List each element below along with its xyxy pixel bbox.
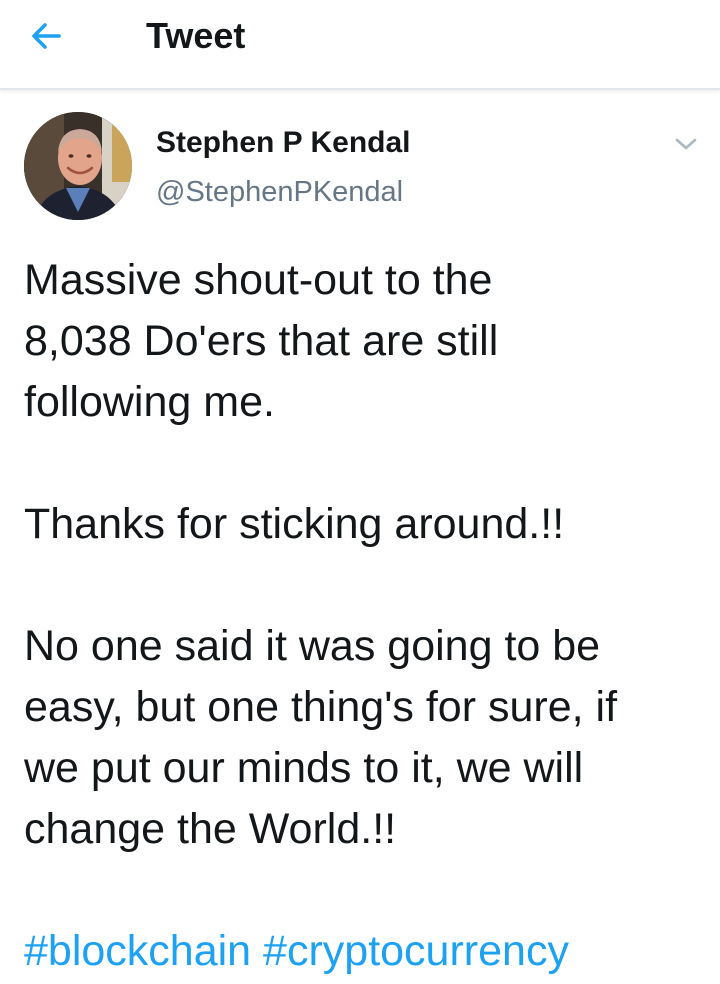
author-handle[interactable]: @StephenPKendal <box>156 173 403 211</box>
tweet-paragraph: No one said it was going to be easy, but… <box>24 616 704 860</box>
tweet-body: Massive shout-out to the 8,038 Do'ers th… <box>24 250 704 982</box>
tweet-line: Massive shout-out to the <box>24 256 493 304</box>
page-title: Tweet <box>146 15 246 56</box>
tweet-line: No one said it was going to be <box>24 622 601 670</box>
avatar[interactable] <box>24 112 132 220</box>
tweet-paragraph: Thanks for sticking around.!! <box>24 494 704 555</box>
hashtag-link-blockchain[interactable]: #blockchain <box>24 927 251 975</box>
tweet-paragraph: Massive shout-out to the 8,038 Do'ers th… <box>24 250 704 433</box>
tweet-line: easy, but one thing's for sure, if <box>24 683 618 731</box>
tweet-line: following me. <box>24 378 275 426</box>
tweet-options-button[interactable] <box>668 128 704 160</box>
arrow-left-icon <box>32 23 61 49</box>
back-button[interactable] <box>28 12 84 60</box>
author-display-name[interactable]: Stephen P Kendal <box>156 124 411 162</box>
tweet-line: change the World.!! <box>24 805 397 853</box>
hashtag-line: #blockchain #cryptocurrency <box>24 921 704 982</box>
profile-photo <box>24 112 132 220</box>
chevron-down-icon <box>675 138 697 150</box>
tweet-line: Thanks for sticking around.!! <box>24 500 565 548</box>
top-app-bar: Tweet <box>0 0 720 90</box>
tweet-line: we put our minds to it, we will <box>24 744 584 792</box>
hashtag-link-cryptocurrency[interactable]: #cryptocurrency <box>263 927 569 975</box>
tweet-line: 8,038 Do'ers that are still <box>24 317 499 365</box>
